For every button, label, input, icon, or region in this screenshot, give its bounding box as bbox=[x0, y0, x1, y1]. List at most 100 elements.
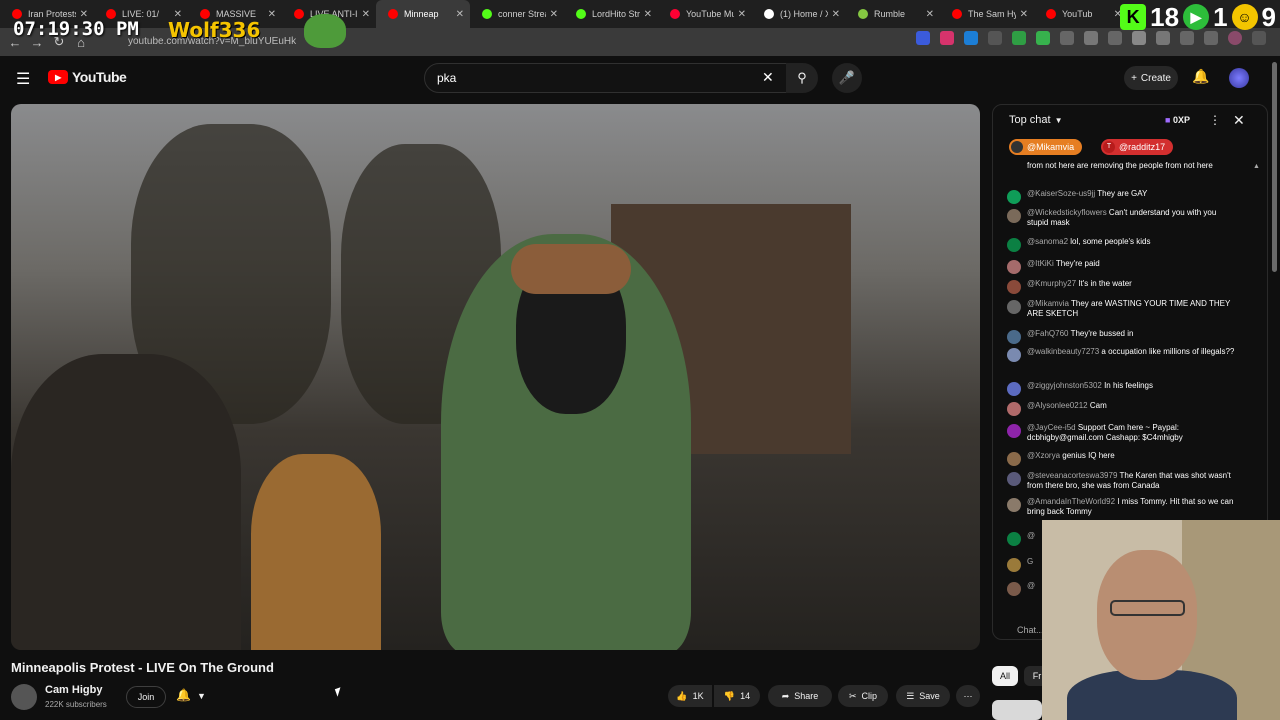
avatar[interactable] bbox=[1007, 498, 1021, 512]
chat-text: genius IQ here bbox=[1062, 451, 1115, 460]
chat-author[interactable]: @ItKiKi bbox=[1027, 259, 1054, 268]
thumbs-down-icon: 👎 bbox=[723, 690, 736, 701]
avatar[interactable] bbox=[1007, 532, 1021, 546]
create-button[interactable]: + Create bbox=[1124, 66, 1178, 90]
extension-icon[interactable] bbox=[1012, 31, 1026, 45]
search-button[interactable]: ⚲ bbox=[786, 63, 818, 93]
tab-close-icon[interactable]: ✕ bbox=[362, 9, 370, 20]
tab-close-icon[interactable]: ✕ bbox=[268, 9, 276, 20]
chat-author[interactable]: @Mikamvia bbox=[1027, 299, 1069, 308]
page-scrollbar[interactable] bbox=[1272, 62, 1277, 272]
chat-author[interactable]: @ bbox=[1027, 581, 1035, 590]
extension-icon[interactable] bbox=[940, 31, 954, 45]
recommended-video-thumbnail[interactable] bbox=[992, 700, 1042, 720]
chat-author[interactable]: @ bbox=[1027, 531, 1035, 540]
avatar[interactable] bbox=[1007, 300, 1021, 314]
video-person-left bbox=[11, 354, 241, 650]
subscription-bell-icon[interactable]: 🔔 ▼ bbox=[176, 688, 206, 702]
chat-text: They're bussed in bbox=[1070, 329, 1134, 338]
chat-mode-dropdown[interactable]: Top chat ▼ bbox=[1009, 114, 1063, 126]
filter-chip-all[interactable]: All bbox=[992, 666, 1018, 686]
chat-author[interactable]: @FahQ760 bbox=[1027, 329, 1068, 338]
tab-close-icon[interactable]: ✕ bbox=[832, 9, 840, 20]
hamburger-menu-icon[interactable]: ☰ bbox=[16, 69, 30, 89]
avatar[interactable] bbox=[1007, 382, 1021, 396]
tab-title: The Sam Hy bbox=[968, 9, 1016, 19]
clear-search-icon[interactable]: ✕ bbox=[762, 69, 774, 86]
browser-tab[interactable]: conner Strea ✕ bbox=[470, 0, 564, 28]
voice-search-icon[interactable]: 🎤 bbox=[832, 63, 862, 93]
chat-author[interactable]: @walkinbeauty7273 bbox=[1027, 347, 1099, 356]
chat-author[interactable]: @JayCee-i5d bbox=[1027, 423, 1076, 432]
tab-close-icon[interactable]: ✕ bbox=[644, 9, 652, 20]
channel-avatar[interactable] bbox=[11, 684, 37, 710]
tab-close-icon[interactable]: ✕ bbox=[456, 9, 464, 20]
youtube-logo[interactable]: ▶ YouTube bbox=[48, 69, 127, 85]
pinned-user-chip[interactable]: T @radditz17 bbox=[1101, 139, 1174, 155]
chat-scroll-up-icon[interactable]: ▲ bbox=[1253, 163, 1260, 170]
browser-tab[interactable]: LordHito Stre ✕ bbox=[564, 0, 658, 28]
pinned-user-chip[interactable]: @Mikamvia bbox=[1009, 139, 1083, 155]
avatar[interactable] bbox=[1007, 452, 1021, 466]
tab-close-icon[interactable]: ✕ bbox=[738, 9, 746, 20]
browser-tab[interactable]: YouTub ✕ bbox=[1034, 0, 1128, 28]
channel-name[interactable]: Cam Higby bbox=[45, 684, 102, 696]
tab-title: Minneap bbox=[404, 9, 439, 19]
chat-author[interactable]: @Wickedstickyflowers bbox=[1027, 208, 1107, 217]
avatar[interactable] bbox=[1007, 348, 1021, 362]
extension-icon[interactable] bbox=[988, 31, 1002, 45]
notifications-bell-icon[interactable]: 🔔 bbox=[1192, 68, 1209, 85]
avatar[interactable] bbox=[1007, 190, 1021, 204]
avatar[interactable] bbox=[1007, 424, 1021, 438]
chat-author[interactable]: @steveanacorteswa3979 bbox=[1027, 471, 1117, 480]
chat-author[interactable]: @sanoma2 bbox=[1027, 237, 1068, 246]
chat-text: It's in the water bbox=[1078, 279, 1132, 288]
avatar[interactable] bbox=[1007, 558, 1021, 572]
browser-tab[interactable]: (1) Home / X ✕ bbox=[752, 0, 846, 28]
video-player[interactable] bbox=[11, 104, 980, 650]
chat-message: @AmandaInTheWorld92 I miss Tommy. Hit th… bbox=[1007, 497, 1239, 517]
browser-tab[interactable]: Rumble ✕ bbox=[846, 0, 940, 28]
avatar[interactable] bbox=[1007, 330, 1021, 344]
chat-author[interactable]: @Kmurphy27 bbox=[1027, 279, 1076, 288]
extension-icon[interactable] bbox=[916, 31, 930, 45]
chat-author[interactable]: G bbox=[1027, 557, 1033, 566]
extension-icon[interactable] bbox=[1036, 31, 1050, 45]
save-button[interactable]: ☰ Save bbox=[896, 685, 950, 707]
chat-more-icon[interactable]: ⋮ bbox=[1209, 113, 1221, 127]
chat-input[interactable]: Chat... bbox=[1017, 625, 1044, 635]
tab-close-icon[interactable]: ✕ bbox=[926, 9, 934, 20]
more-actions-icon[interactable]: ⋯ bbox=[956, 685, 980, 707]
close-icon[interactable]: ✕ bbox=[1233, 112, 1245, 129]
avatar[interactable] bbox=[1007, 238, 1021, 252]
dislike-button[interactable]: 👎 14 bbox=[714, 685, 760, 707]
avatar[interactable] bbox=[1007, 402, 1021, 416]
browser-tab[interactable]: YouTube Mu ✕ bbox=[658, 0, 752, 28]
share-button[interactable]: ➦ Share bbox=[768, 685, 832, 707]
avatar[interactable] bbox=[1007, 472, 1021, 486]
extension-icon[interactable] bbox=[1084, 31, 1098, 45]
avatar[interactable] bbox=[1007, 582, 1021, 596]
browser-tab[interactable]: The Sam Hy ✕ bbox=[940, 0, 1034, 28]
avatar[interactable] bbox=[1007, 209, 1021, 223]
chat-author[interactable]: @KaiserSoze-us9jj bbox=[1027, 189, 1095, 198]
chat-author[interactable]: @Alysonlee0212 bbox=[1027, 401, 1088, 410]
avatar[interactable] bbox=[1007, 280, 1021, 294]
browser-tab[interactable]: Minneap ✕ bbox=[376, 0, 470, 28]
chat-author[interactable]: @Xzorya bbox=[1027, 451, 1060, 460]
tab-close-icon[interactable]: ✕ bbox=[1020, 9, 1028, 20]
extension-icon[interactable] bbox=[1060, 31, 1074, 45]
streamer-tag: Wolf336 bbox=[168, 18, 261, 42]
account-avatar[interactable] bbox=[1229, 68, 1249, 88]
avatar[interactable] bbox=[1007, 260, 1021, 274]
xp-badge[interactable]: ■ 0XP bbox=[1165, 115, 1190, 125]
like-button[interactable]: 👍 1K bbox=[668, 685, 712, 707]
clip-button[interactable]: ✂ Clip bbox=[838, 685, 888, 707]
tab-close-icon[interactable]: ✕ bbox=[550, 9, 558, 20]
search-input[interactable]: pka bbox=[424, 63, 790, 93]
kick-icon: K bbox=[1120, 4, 1147, 30]
join-button[interactable]: Join bbox=[126, 686, 166, 708]
chat-author[interactable]: @ziggyjohnston5302 bbox=[1027, 381, 1102, 390]
chat-author[interactable]: @AmandaInTheWorld92 bbox=[1027, 497, 1115, 506]
extension-icon[interactable] bbox=[964, 31, 978, 45]
